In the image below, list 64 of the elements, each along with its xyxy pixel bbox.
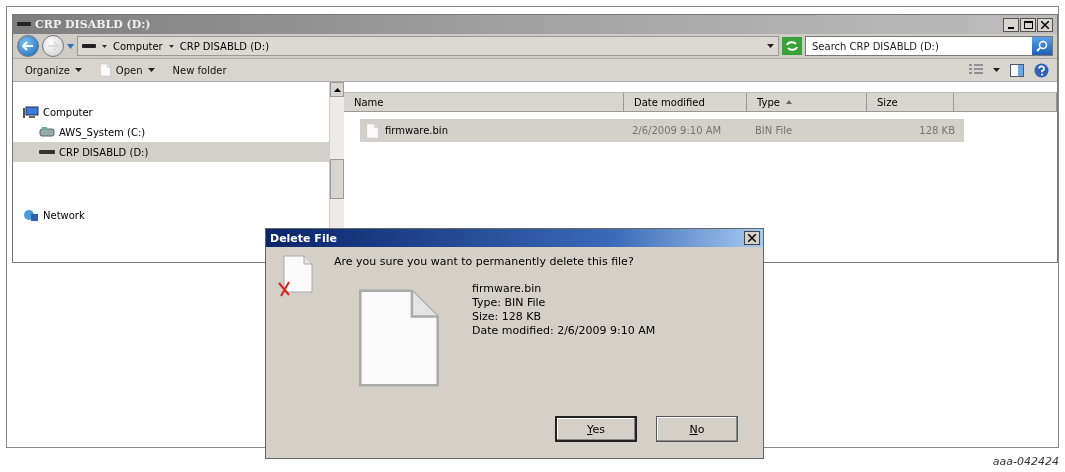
toolbar-button[interactable]: Organize (21, 62, 86, 78)
search-box[interactable]: Search CRP DISABLD (D:) (805, 36, 1053, 56)
toolbar-button[interactable]: New folder (168, 62, 231, 78)
close-button[interactable] (1037, 17, 1053, 32)
maximize-icon (1023, 20, 1033, 29)
minimize-icon (1008, 26, 1014, 29)
caret-icon (102, 44, 107, 48)
address-bar[interactable]: Computer CRP DISABLD (D:) (77, 36, 779, 56)
dialog-title: Delete File (270, 231, 338, 245)
preview-pane-icon[interactable] (1010, 63, 1024, 77)
file-icon (366, 122, 379, 139)
file-detail: Date modified: 2/6/2009 9:10 AM (472, 324, 656, 337)
size-cell-text: 128 KB (918, 125, 956, 136)
caret-icon (168, 44, 174, 48)
up-arrow-icon (333, 87, 341, 92)
drive-icon (82, 43, 96, 49)
caret-icon[interactable] (993, 68, 1000, 72)
column-header[interactable]: Name (344, 93, 624, 111)
caret-icon[interactable] (767, 44, 774, 48)
drive-icon (39, 149, 55, 155)
type-cell-text: BIN File (754, 125, 794, 136)
minimize-button[interactable] (1003, 17, 1019, 32)
figure-label: aaa-042424 (992, 455, 1059, 468)
nav-item[interactable]: Network (13, 205, 329, 225)
drive-icon (17, 22, 31, 27)
forward-arrow-icon (47, 41, 59, 51)
refresh-icon[interactable] (782, 37, 802, 55)
toolbar-button[interactable]: Open (95, 61, 159, 79)
file-icon (99, 63, 111, 77)
nav-item[interactable]: Computer (13, 102, 329, 122)
forward-button[interactable] (42, 35, 64, 57)
search-icon (1036, 40, 1048, 52)
search-field[interactable]: Search CRP DISABLD (D:) (806, 40, 1032, 52)
breadcrumb[interactable]: Computer (113, 40, 163, 52)
breadcrumb[interactable]: CRP DISABLD (D:) (179, 40, 270, 52)
close-icon (1041, 20, 1049, 29)
file-row[interactable]: firmware.bin 2/6/2009 9:10 AM BIN File 128 KB (360, 119, 964, 142)
date-cell-text: 2/6/2009 9:10 AM (631, 125, 723, 136)
caret-icon (147, 68, 155, 72)
column-header[interactable]: Type (747, 93, 867, 111)
file-detail: Size: 128 KB (472, 310, 543, 323)
computer-icon (23, 105, 39, 119)
nav-item[interactable]: CRP DISABLD (D:) (13, 142, 329, 162)
delete-file-icon (278, 255, 314, 297)
dialog-button[interactable]: Yes (555, 416, 637, 442)
drive-icon (39, 126, 55, 138)
back-button[interactable] (17, 35, 39, 57)
close-button[interactable] (744, 231, 760, 245)
column-header[interactable]: Size (867, 93, 954, 111)
search-button[interactable] (1032, 37, 1052, 55)
nav-item[interactable]: AWS_System (C:) (13, 122, 329, 142)
file-detail: Type: BIN File (472, 296, 547, 309)
back-arrow-icon (22, 41, 34, 51)
column-header[interactable]: Date modified (624, 93, 747, 111)
caret-icon (74, 68, 82, 72)
close-icon (748, 234, 756, 242)
dialog-question: Are you sure you want to permanently delete this file? (334, 255, 635, 268)
network-icon (23, 208, 39, 222)
maximize-button[interactable] (1020, 17, 1036, 32)
file-name: firmware.bin (385, 125, 448, 136)
file-detail: firmware.bin (472, 282, 543, 295)
help-icon[interactable] (1034, 62, 1049, 78)
dialog-button[interactable]: No (656, 416, 738, 442)
window-title: CRP DISABLD (D:) (35, 18, 152, 31)
